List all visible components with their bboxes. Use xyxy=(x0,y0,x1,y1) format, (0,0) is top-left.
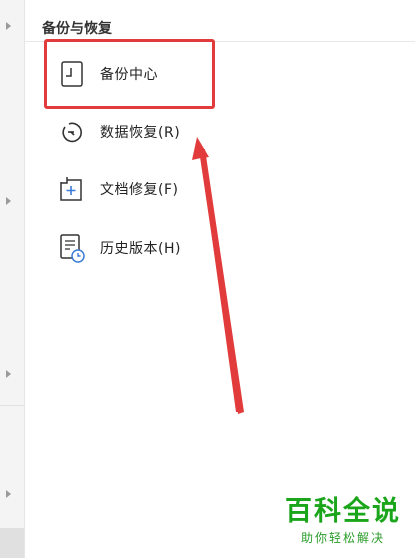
watermark-title: 百科全说 xyxy=(285,496,401,527)
annotation-arrow-icon xyxy=(192,137,244,414)
watermark-logo: 百科全说 助你轻松解决 xyxy=(285,497,401,546)
watermark-subtitle: 助你轻松解决 xyxy=(300,531,385,545)
